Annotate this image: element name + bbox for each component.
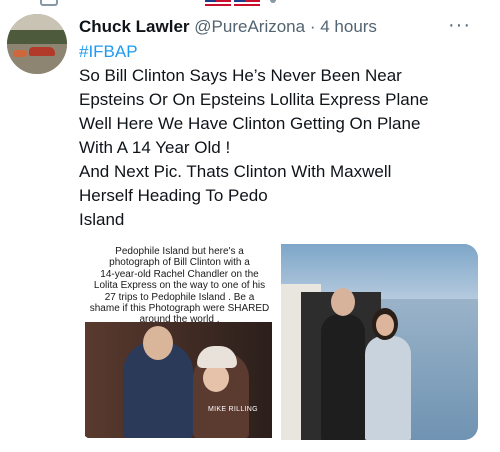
caption-line: Lolita Express on the way to one of his [93, 280, 266, 292]
man-head [143, 326, 173, 360]
avatar-trees [7, 30, 67, 44]
tweet-line: Well Here We Have Clinton Getting On Pla… [79, 114, 421, 133]
tweet-line: Herself Heading To Pedo [79, 186, 268, 205]
caption-line: shame if this Photograph were SHARED [89, 303, 270, 315]
caption-line: 27 trips to Pedophile Island . Be a [104, 291, 255, 303]
retweet-icon[interactable] [40, 0, 58, 6]
tweet-line: So Bill Clinton Says He’s Never Been Nea… [79, 66, 402, 85]
caption-line: 14-year-old Rachel Chandler on the [100, 268, 259, 280]
tweet-line: Epsteins Or On Epsteins Lollita Express … [79, 90, 429, 109]
photo: MIKE RILLING [85, 322, 272, 438]
man-figure [321, 314, 365, 440]
tweet-line: And Next Pic. Thats Clinton With Maxwell [79, 162, 392, 181]
tweet-text: #IFBAP So Bill Clinton Says He’s Never B… [79, 40, 484, 232]
caption-line: photograph of Bill Clinton with a [109, 257, 250, 269]
more-options-icon[interactable]: ··· [448, 15, 471, 35]
tweet-line: Island [79, 210, 125, 229]
image-caption: Pedophile Island but here's a photograph… [87, 246, 272, 326]
girl-hat [197, 346, 237, 368]
caption-line: Pedophile Island but here's a [115, 246, 244, 257]
hashtag-link[interactable]: #IFBAP [79, 40, 484, 64]
avatar-car [13, 50, 27, 57]
avatar[interactable] [7, 14, 67, 74]
flag-emoji [205, 0, 231, 6]
flag-emoji [234, 0, 260, 6]
header-separator: · [309, 17, 316, 36]
share-icon[interactable] [270, 0, 276, 3]
man-head [331, 288, 355, 316]
media-image-1[interactable]: Pedophile Island but here's a photograph… [81, 244, 278, 440]
author-handle[interactable]: @PureArizona [194, 17, 305, 36]
avatar-car [29, 47, 55, 56]
woman-figure [365, 336, 411, 440]
tweet-timestamp[interactable]: 4 hours [320, 17, 377, 36]
media-image-2[interactable] [281, 244, 478, 440]
photo-credit: MIKE RILLING [208, 406, 258, 413]
previous-tweet-action-strip [0, 0, 500, 10]
tweet-media: Pedophile Island but here's a photograph… [81, 244, 478, 440]
author-name[interactable]: Chuck Lawler [79, 17, 190, 36]
tweet-header: Chuck Lawler @PureArizona · 4 hours [79, 16, 377, 40]
woman-face [376, 314, 394, 336]
girl-face [203, 364, 229, 392]
tweet-line: With A 14 Year Old ! [79, 138, 231, 157]
